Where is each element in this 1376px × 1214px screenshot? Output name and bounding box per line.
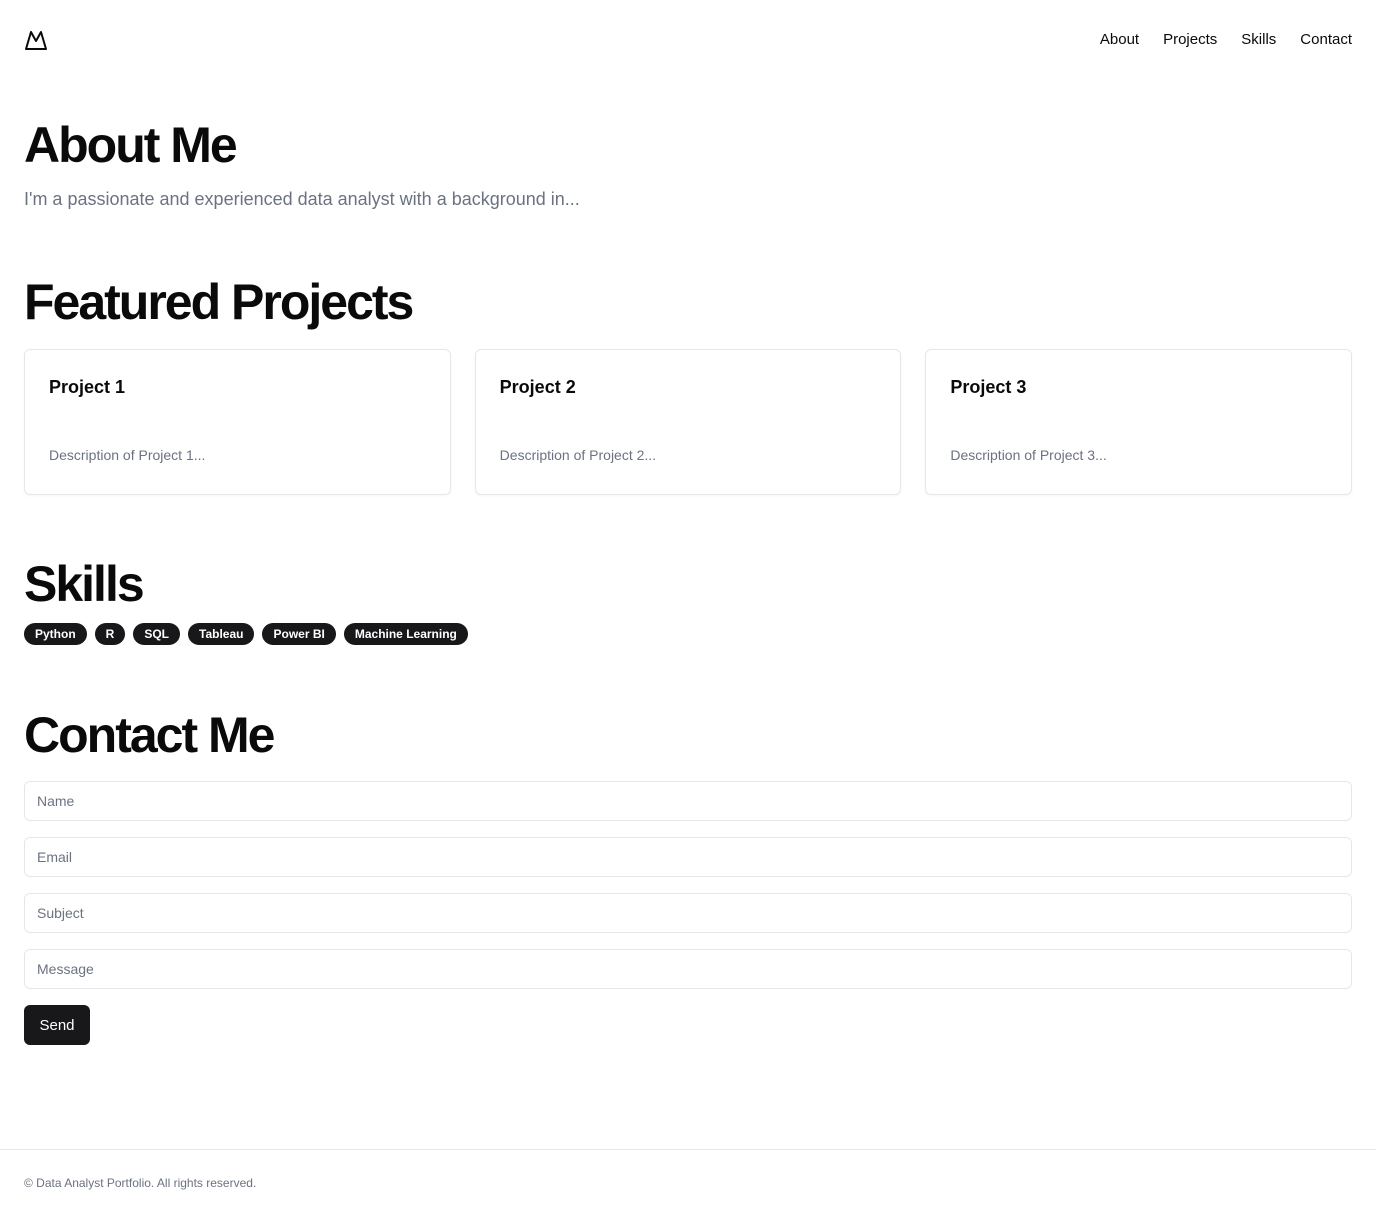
skill-badge-python: Python — [24, 623, 87, 645]
skill-badge-r: R — [94, 623, 126, 645]
email-input[interactable] — [24, 837, 1352, 877]
mountain-icon[interactable] — [24, 29, 48, 51]
project-card-description: Description of Project 2... — [499, 447, 657, 463]
projects-title: Featured Projects — [24, 274, 414, 330]
skills-list: Python R SQL Tableau Power BI Machine Le… — [24, 623, 468, 645]
main-nav: About Projects Skills Contact — [1100, 30, 1352, 50]
about-text: I'm a passionate and experienced data an… — [24, 189, 580, 209]
site-header: About Projects Skills Contact — [0, 0, 1376, 80]
site-footer: © Data Analyst Portfolio. All rights res… — [0, 1149, 1376, 1214]
project-card-title: Project 2 — [499, 377, 576, 397]
project-card-1[interactable]: Project 1 Description of Project 1... — [24, 349, 451, 495]
project-cards: Project 1 Description of Project 1... Pr… — [24, 349, 1353, 495]
nav-link-projects[interactable]: Projects — [1163, 30, 1217, 50]
nav-link-skills[interactable]: Skills — [1241, 30, 1276, 50]
subject-input[interactable] — [24, 893, 1352, 933]
contact-title: Contact Me — [24, 707, 275, 763]
nav-link-about[interactable]: About — [1100, 30, 1139, 50]
project-card-2[interactable]: Project 2 Description of Project 2... — [474, 349, 902, 495]
contact-form: Send — [24, 781, 1352, 1045]
message-textarea[interactable] — [24, 949, 1352, 989]
project-card-title: Project 1 — [49, 377, 126, 397]
send-button[interactable]: Send — [24, 1005, 90, 1045]
skill-badge-machine-learning: Machine Learning — [343, 623, 468, 645]
skill-badge-sql: SQL — [133, 623, 181, 645]
nav-link-contact[interactable]: Contact — [1300, 30, 1352, 50]
name-input[interactable] — [24, 781, 1352, 821]
project-card-description: Description of Project 3... — [950, 447, 1107, 463]
skills-title: Skills — [24, 556, 145, 612]
about-title: About Me — [24, 117, 238, 173]
skill-badge-tableau: Tableau — [188, 623, 255, 645]
project-card-3[interactable]: Project 3 Description of Project 3... — [925, 349, 1353, 495]
skill-badge-power-bi: Power BI — [262, 623, 336, 645]
project-card-description: Description of Project 1... — [49, 447, 206, 463]
footer-copyright: © Data Analyst Portfolio. All rights res… — [24, 1176, 257, 1190]
project-card-title: Project 3 — [950, 377, 1027, 397]
